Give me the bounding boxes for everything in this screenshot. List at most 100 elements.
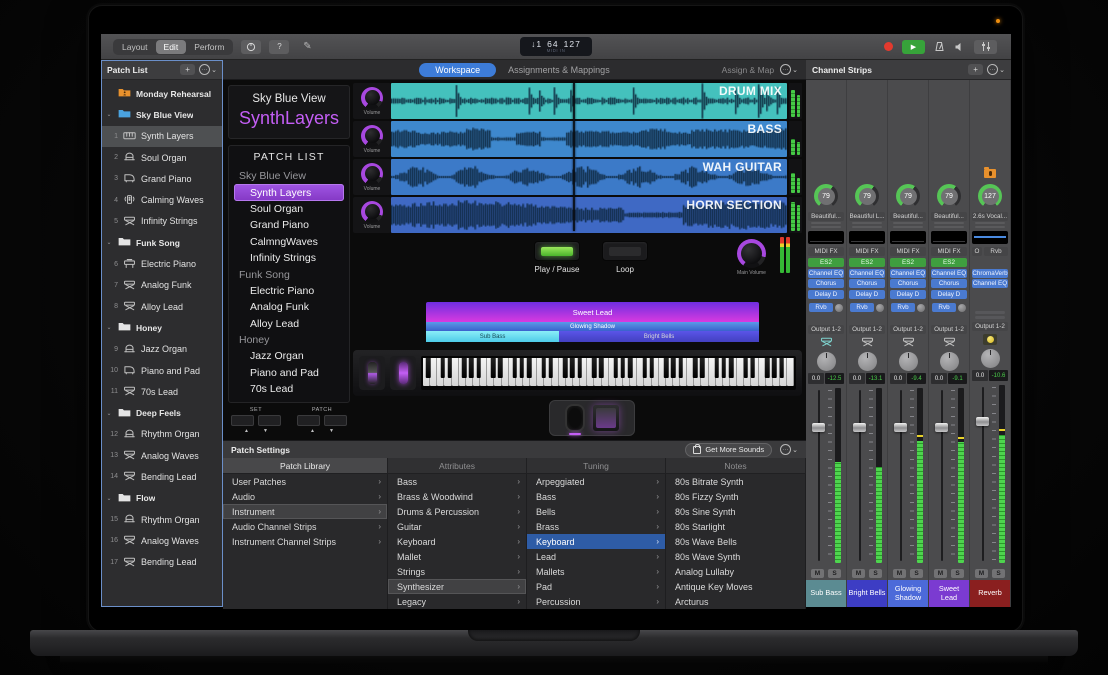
black-key[interactable]	[469, 358, 474, 378]
set-row[interactable]: ⌄Flow	[101, 488, 223, 509]
output-slot[interactable]: Output 1-2	[808, 325, 844, 334]
midi-fx-slot[interactable]: MIDI FX	[890, 247, 926, 256]
preset-name[interactable]: 2.6s Vocal...	[972, 212, 1008, 221]
audio-fx-slot[interactable]: Channel EQ	[972, 279, 1008, 288]
audio-fx-slot[interactable]: Channel EQ	[849, 269, 885, 278]
black-key[interactable]	[750, 358, 755, 378]
patch-library-item[interactable]: Keyboard›	[388, 534, 526, 549]
midi-fx-slot[interactable]: MIDI FX	[931, 247, 967, 256]
output-slot[interactable]: Output 1-2	[849, 325, 885, 334]
patch-library-item[interactable]: Keyboard›	[527, 534, 665, 549]
preset-name[interactable]: Beautiful...	[931, 212, 967, 221]
black-key[interactable]	[577, 358, 582, 378]
activity-monitor-button[interactable]	[974, 40, 997, 54]
concert-row[interactable]: Monday Rehearsal	[101, 83, 223, 104]
assign-map-button[interactable]: Assign & Map	[722, 65, 774, 75]
patch-library-item[interactable]: Mallet›	[388, 549, 526, 564]
eq-thumbnail[interactable]	[931, 231, 967, 244]
tab-workspace[interactable]: Workspace	[419, 63, 496, 77]
patch-row[interactable]: 15Rhythm Organ	[101, 509, 223, 530]
perf-patch-entry[interactable]: CalmngWaves	[234, 234, 344, 250]
patch-library-item[interactable]: Legacy›	[388, 594, 526, 609]
volume-knob[interactable]	[361, 201, 383, 223]
patch-row[interactable]: 16Analog Waves	[101, 530, 223, 551]
channel-name[interactable]: Glowing Shadow	[888, 580, 928, 607]
pan-knob[interactable]	[899, 352, 918, 371]
edit-mapping-button[interactable]: ✎	[297, 40, 317, 54]
black-key[interactable]	[671, 358, 676, 378]
volume-fader[interactable]	[935, 388, 948, 563]
patch-library-item[interactable]: Antique Key Moves	[666, 579, 805, 594]
send-knob[interactable]	[917, 304, 925, 312]
patch-library-item[interactable]: Drums & Percussion›	[388, 504, 526, 519]
black-key[interactable]	[448, 358, 453, 378]
midi-fx-slot[interactable]: MIDI FX	[849, 247, 885, 256]
black-key[interactable]	[714, 358, 719, 378]
patch-row[interactable]: 4Calming Waves	[101, 189, 223, 210]
pitch-wheel[interactable]	[359, 356, 385, 390]
patch-library-item[interactable]: 80s Starlight	[666, 519, 805, 534]
patch-previous-button[interactable]	[297, 415, 320, 426]
main-volume-knob[interactable]: Main Volume	[737, 239, 766, 276]
black-key[interactable]	[613, 358, 618, 378]
audio-fx-slot[interactable]: Channel EQ	[808, 269, 844, 278]
send-knob[interactable]	[958, 304, 966, 312]
white-key[interactable]	[452, 358, 459, 386]
patch-list-action-menu[interactable]: ···⌄	[199, 64, 217, 75]
instrument-slot[interactable]: ES2	[931, 258, 967, 267]
volume-knob[interactable]	[361, 163, 383, 185]
volume-knob[interactable]	[361, 87, 383, 109]
fader-cap[interactable]	[812, 423, 825, 432]
black-key[interactable]	[722, 358, 727, 378]
eq-thumbnail[interactable]	[808, 231, 844, 244]
track-volume-knob[interactable]: Volume	[353, 159, 391, 195]
track-volume-knob[interactable]: Volume	[353, 197, 391, 233]
chevron-down-icon[interactable]: ⌄	[105, 495, 113, 502]
mute-button[interactable]: M	[893, 569, 906, 578]
solo-button[interactable]: S	[992, 569, 1005, 578]
layer-sweet-lead[interactable]: Sweet Lead	[426, 302, 759, 322]
patch-library-item[interactable]: Instrument Channel Strips›	[223, 534, 387, 549]
perf-patch-entry[interactable]: Alloy Lead	[234, 316, 344, 332]
mode-perform[interactable]: Perform	[186, 40, 232, 54]
send-knob[interactable]	[876, 304, 884, 312]
black-key[interactable]	[462, 358, 467, 378]
perf-patch-entry[interactable]: 70s Lead	[234, 381, 344, 397]
perf-patch-entry[interactable]: Grand Piano	[234, 217, 344, 233]
perf-patch-entry[interactable]: Electric Piano	[234, 283, 344, 299]
patch-row[interactable]: 2Soul Organ	[101, 147, 223, 168]
set-row[interactable]: ⌄Honey	[101, 317, 223, 338]
pan-knob[interactable]	[940, 352, 959, 371]
black-key[interactable]	[743, 358, 748, 378]
patch-settings-action-menu[interactable]: ···⌄	[780, 444, 798, 455]
black-key[interactable]	[650, 358, 655, 378]
metronome-button[interactable]	[934, 41, 945, 52]
track-volume-knob[interactable]: Volume	[353, 83, 391, 119]
strip-level-knob[interactable]: 79	[937, 184, 961, 208]
patch-row[interactable]: 12Rhythm Organ	[101, 424, 223, 445]
black-key[interactable]	[520, 358, 525, 378]
layer-glowing-shadow[interactable]: Glowing Shadow	[426, 322, 759, 331]
eq-thumbnail[interactable]	[849, 231, 885, 244]
patch-library-item[interactable]: Audio›	[223, 489, 387, 504]
black-key[interactable]	[549, 358, 554, 378]
audio-fx-slot[interactable]: Chorus	[890, 279, 926, 288]
channel-strips-action-menu[interactable]: ···⌄	[987, 64, 1005, 75]
send-slot[interactable]: Rvb	[809, 303, 833, 312]
perf-patch-entry[interactable]: Analog Funk	[234, 299, 344, 315]
set-previous-button[interactable]	[231, 415, 254, 426]
strip-level-knob[interactable]: 79	[855, 184, 879, 208]
black-key[interactable]	[498, 358, 503, 378]
piano-keys[interactable]	[421, 356, 796, 390]
patch-library-item[interactable]: Bells›	[527, 504, 665, 519]
tab-tuning[interactable]: Tuning	[527, 458, 666, 474]
black-key[interactable]	[563, 358, 568, 378]
black-key[interactable]	[693, 358, 698, 378]
preset-name[interactable]: Beautiful...	[890, 212, 926, 221]
white-key[interactable]	[502, 358, 509, 386]
audio-fx-slot[interactable]: Channel EQ	[890, 269, 926, 278]
black-key[interactable]	[592, 358, 597, 378]
audio-fx-slot[interactable]: Delay D	[931, 290, 967, 299]
patch-library-item[interactable]: 80s Wave Bells	[666, 534, 805, 549]
instrument-slot[interactable]: ES2	[890, 258, 926, 267]
